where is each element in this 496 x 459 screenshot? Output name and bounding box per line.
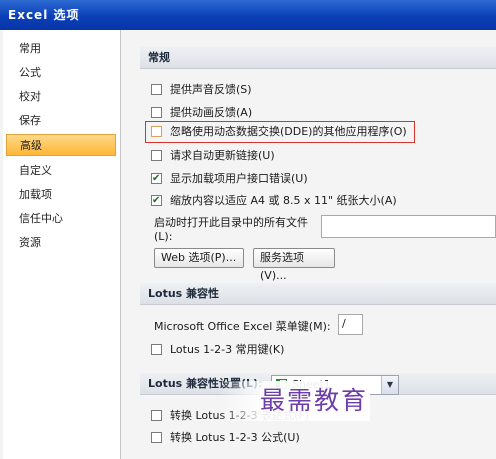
chevron-down-icon[interactable]: ▼	[381, 376, 398, 394]
sound-feedback-label: 提供声音反馈(S)	[170, 83, 252, 96]
section-lotus-header: Lotus 兼容性	[140, 283, 496, 305]
startup-folder-input[interactable]	[321, 215, 496, 238]
watermark-text: 最需教育	[218, 381, 370, 421]
animation-feedback-checkbox[interactable]	[151, 106, 162, 118]
menu-key-input[interactable]: /	[338, 314, 363, 335]
sidebar-item-formulas[interactable]: 公式	[6, 62, 116, 84]
addin-errors-checkbox[interactable]	[151, 172, 162, 184]
window-title: Excel 选项	[0, 0, 496, 30]
sidebar-item-save[interactable]: 保存	[6, 110, 116, 132]
scale-paper-checkbox[interactable]	[151, 194, 162, 206]
menu-key-label: Microsoft Office Excel 菜单键(M):	[154, 320, 331, 333]
option-sound-feedback[interactable]: 提供声音反馈(S)	[151, 81, 252, 99]
option-lotus-nav-keys[interactable]: Lotus 1-2-3 常用键(K)	[151, 341, 284, 359]
update-links-label: 请求自动更新链接(U)	[170, 149, 275, 162]
ignore-dde-checkbox[interactable]	[151, 125, 162, 137]
sidebar-item-resources[interactable]: 资源	[6, 232, 116, 254]
update-links-checkbox[interactable]	[151, 149, 162, 161]
startup-folder-label: 启动时打开此目录中的所有文件	[154, 216, 308, 229]
option-addin-errors[interactable]: 显示加载项用户接口错误(U)	[151, 170, 308, 188]
sidebar-item-proofing[interactable]: 校对	[6, 86, 116, 108]
sound-feedback-checkbox[interactable]	[151, 83, 162, 95]
sidebar-item-advanced[interactable]: 高级	[6, 134, 116, 156]
addin-errors-label: 显示加载项用户接口错误(U)	[170, 172, 308, 185]
convert-formulas-label: 转换 Lotus 1-2-3 公式(U)	[170, 431, 300, 444]
animation-feedback-label: 提供动画反馈(A)	[170, 106, 253, 119]
lotus-nav-keys-checkbox[interactable]	[151, 343, 162, 355]
convert-formulas-checkbox[interactable]	[151, 431, 162, 443]
startup-folder-label-key: (L):	[154, 230, 173, 243]
lotus-nav-keys-label: Lotus 1-2-3 常用键(K)	[170, 343, 285, 356]
option-animation-feedback[interactable]: 提供动画反馈(A)	[151, 104, 252, 122]
option-update-links[interactable]: 请求自动更新链接(U)	[151, 147, 275, 165]
sidebar-item-trust-center[interactable]: 信任中心	[6, 208, 116, 230]
ignore-dde-label: 忽略使用动态数据交换(DDE)的其他应用程序(O)	[170, 125, 407, 138]
option-convert-formulas[interactable]: 转换 Lotus 1-2-3 公式(U)	[151, 429, 300, 447]
section-general-header: 常规	[140, 47, 496, 69]
sidebar-item-customize[interactable]: 自定义	[6, 160, 116, 182]
option-scale-paper[interactable]: 缩放内容以适应 A4 或 8.5 x 11" 纸张大小(A)	[151, 192, 397, 210]
scale-paper-label: 缩放内容以适应 A4 或 8.5 x 11" 纸张大小(A)	[170, 194, 397, 207]
option-ignore-dde[interactable]: 忽略使用动态数据交换(DDE)的其他应用程序(O)	[151, 123, 407, 141]
service-options-button[interactable]: 服务选项(V)...	[253, 248, 335, 282]
web-options-button[interactable]: Web 选项(P)...	[154, 248, 244, 268]
options-sidebar: 常用 公式 校对 保存 高级 自定义 加载项 信任中心 资源	[3, 30, 121, 459]
convert-expressions-checkbox[interactable]	[151, 409, 162, 421]
sidebar-item-addins[interactable]: 加载项	[6, 184, 116, 206]
sidebar-item-popular[interactable]: 常用	[6, 38, 116, 60]
